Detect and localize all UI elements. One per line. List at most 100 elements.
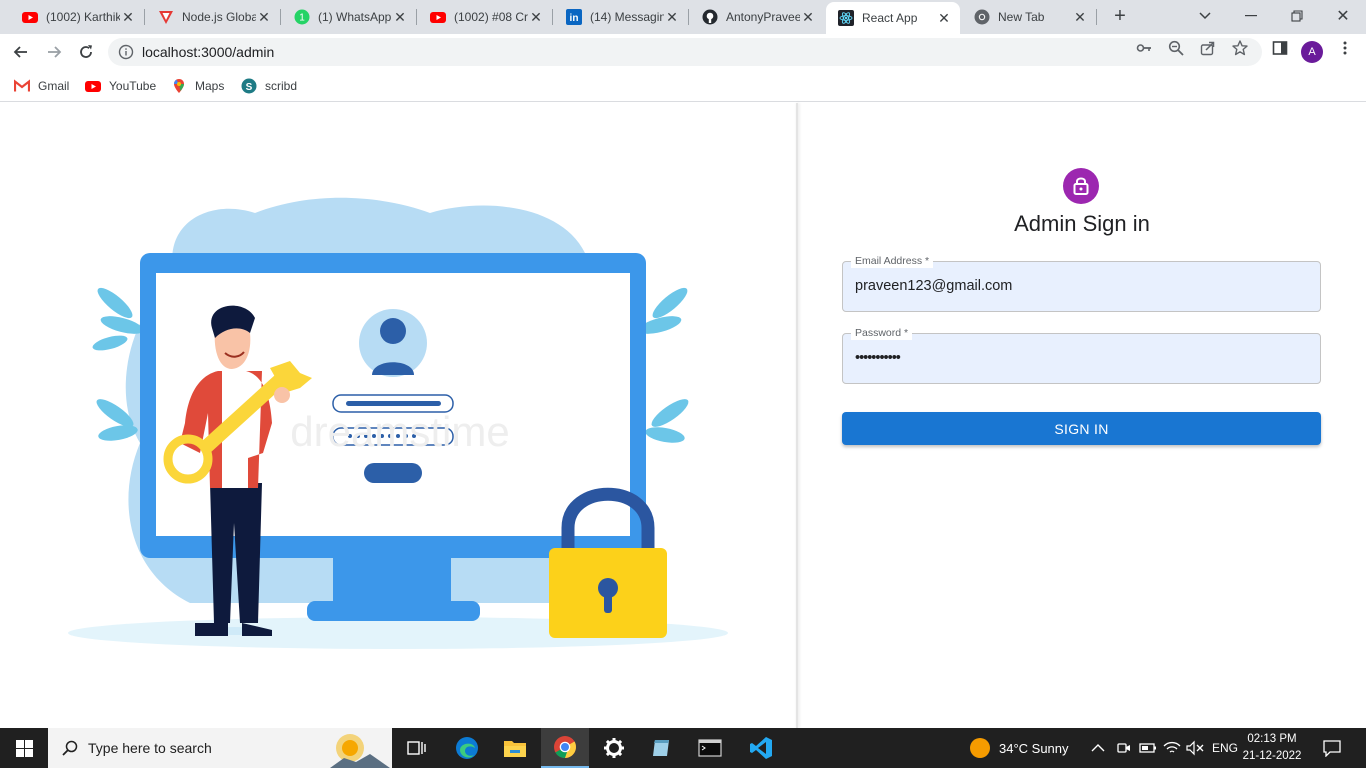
browser-tab-strip: (1002) Karthik ✕ Node.js Global ✕ 1 (1) … bbox=[0, 0, 1366, 34]
svg-text:1: 1 bbox=[299, 13, 305, 24]
tab-search-button[interactable] bbox=[1182, 0, 1228, 32]
meet-now-button[interactable] bbox=[1115, 728, 1131, 768]
settings-taskbar-app[interactable] bbox=[590, 728, 638, 768]
svg-text:in: in bbox=[570, 13, 579, 24]
reload-icon bbox=[80, 45, 92, 58]
chrome-icon bbox=[974, 9, 990, 25]
minimize-icon bbox=[1245, 15, 1257, 17]
linkedin-icon: in bbox=[566, 9, 582, 25]
bookmark-label: Gmail bbox=[38, 79, 70, 93]
profile-avatar[interactable]: A bbox=[1301, 41, 1323, 63]
close-tab-icon[interactable]: ✕ bbox=[800, 9, 816, 26]
tab-title: New Tab bbox=[998, 10, 1045, 24]
whatsapp-icon: 1 bbox=[294, 9, 310, 25]
browser-tab[interactable]: Node.js Global ✕ bbox=[146, 0, 280, 34]
react-icon bbox=[838, 10, 854, 26]
notepad-icon bbox=[653, 740, 669, 756]
notepad-taskbar-app[interactable] bbox=[637, 728, 685, 768]
reload-button[interactable] bbox=[72, 38, 100, 66]
login-key-illustration: dreamstime bbox=[68, 197, 728, 649]
lock-avatar bbox=[1063, 168, 1099, 204]
back-button[interactable] bbox=[7, 38, 35, 66]
gear-icon bbox=[604, 738, 624, 758]
task-view-button[interactable] bbox=[392, 728, 440, 768]
tab-separator bbox=[688, 9, 689, 25]
browser-tab[interactable]: in (14) Messaging ✕ bbox=[554, 0, 688, 34]
terminal-icon bbox=[698, 739, 722, 757]
close-tab-icon[interactable]: ✕ bbox=[1072, 9, 1088, 26]
email-value: praveen123@gmail.com bbox=[855, 278, 1013, 294]
bookmark-scribd[interactable]: S scribd bbox=[241, 76, 297, 96]
close-tab-icon[interactable]: ✕ bbox=[392, 9, 408, 26]
browser-tab[interactable]: (1002) Karthik ✕ bbox=[10, 0, 144, 34]
youtube-icon bbox=[430, 12, 446, 23]
volume-button[interactable] bbox=[1186, 728, 1204, 768]
search-icon bbox=[62, 740, 78, 756]
show-hidden-icons-button[interactable] bbox=[1091, 728, 1105, 768]
sun-icon bbox=[970, 738, 990, 758]
info-icon[interactable] bbox=[118, 44, 134, 60]
tab-title: Node.js Global bbox=[182, 10, 256, 24]
close-window-button[interactable]: ✕ bbox=[1320, 0, 1366, 32]
forward-button[interactable] bbox=[40, 38, 68, 66]
new-tab-button[interactable]: + bbox=[1097, 0, 1143, 32]
taskbar-search[interactable]: Type here to search bbox=[48, 728, 392, 768]
meet-icon bbox=[1117, 743, 1130, 753]
more-vertical-icon[interactable] bbox=[1337, 40, 1353, 56]
system-clock[interactable]: 02:13 PM 21-12-2022 bbox=[1240, 731, 1304, 765]
start-button[interactable] bbox=[0, 728, 48, 768]
restore-icon bbox=[1291, 10, 1303, 22]
close-tab-icon[interactable]: ✕ bbox=[120, 9, 136, 26]
password-value: ••••••••••• bbox=[855, 350, 901, 366]
share-icon[interactable] bbox=[1200, 40, 1216, 56]
close-tab-icon[interactable]: ✕ bbox=[664, 9, 680, 26]
restore-button[interactable] bbox=[1274, 0, 1320, 32]
terminal-taskbar-app[interactable] bbox=[686, 728, 734, 768]
tab-separator bbox=[552, 9, 553, 25]
bookmark-label: scribd bbox=[265, 79, 298, 93]
battery-button[interactable] bbox=[1139, 728, 1157, 768]
browser-tab[interactable]: 1 (1) WhatsApp ✕ bbox=[282, 0, 416, 34]
edge-taskbar-app[interactable] bbox=[443, 728, 491, 768]
chrome-taskbar-app[interactable] bbox=[541, 728, 589, 768]
form-title: Admin Sign in bbox=[1014, 211, 1150, 236]
chevron-up-icon bbox=[1091, 744, 1105, 752]
email-field[interactable]: Email Address * praveen123@gmail.com bbox=[842, 254, 1321, 312]
chrome-icon bbox=[554, 736, 576, 758]
network-button[interactable] bbox=[1163, 728, 1181, 768]
language-indicator[interactable]: ENG bbox=[1212, 728, 1238, 768]
key-icon[interactable] bbox=[1136, 40, 1152, 56]
browser-tab[interactable]: AntonyPravee ✕ bbox=[690, 0, 824, 34]
close-tab-icon[interactable]: ✕ bbox=[936, 10, 952, 27]
vscode-icon bbox=[750, 737, 772, 759]
close-tab-icon[interactable]: ✕ bbox=[256, 9, 272, 26]
bookmark-youtube[interactable]: YouTube bbox=[85, 76, 156, 96]
youtube-icon bbox=[85, 81, 101, 92]
star-icon[interactable] bbox=[1232, 40, 1248, 56]
zoom-icon[interactable] bbox=[1168, 40, 1184, 56]
side-panel-icon[interactable] bbox=[1272, 40, 1288, 56]
browser-tab[interactable]: New Tab ✕ bbox=[962, 0, 1096, 34]
bookmark-gmail[interactable]: Gmail bbox=[14, 76, 69, 96]
chevron-down-icon bbox=[1199, 12, 1211, 20]
arrow-right-icon bbox=[48, 46, 62, 58]
weather-text: 34°C Sunny bbox=[999, 740, 1069, 756]
notifications-button[interactable] bbox=[1322, 728, 1342, 768]
folder-icon bbox=[504, 741, 526, 757]
bookmark-label: Maps bbox=[195, 79, 225, 93]
close-tab-icon[interactable]: ✕ bbox=[528, 9, 544, 26]
file-explorer-taskbar-app[interactable] bbox=[491, 728, 539, 768]
weather-widget[interactable]: 34°C Sunny bbox=[969, 728, 1069, 768]
url-text: localhost:3000/admin bbox=[142, 44, 275, 60]
browser-tab-active[interactable]: React App ✕ bbox=[826, 2, 960, 34]
browser-tab[interactable]: (1002) #08 Cr ✕ bbox=[418, 0, 552, 34]
sign-in-button[interactable]: SIGN IN bbox=[842, 412, 1321, 445]
bookmark-maps[interactable]: Maps bbox=[171, 76, 224, 96]
tab-title: (1) WhatsApp bbox=[318, 10, 392, 24]
tab-title: React App bbox=[862, 11, 918, 25]
address-bar[interactable]: localhost:3000/admin bbox=[108, 38, 1262, 66]
minimize-button[interactable] bbox=[1228, 0, 1274, 32]
bookmarks-bar: Gmail YouTube Maps S scribd bbox=[0, 70, 1366, 102]
password-field[interactable]: Password * ••••••••••• bbox=[842, 326, 1321, 384]
vscode-taskbar-app[interactable] bbox=[737, 728, 785, 768]
